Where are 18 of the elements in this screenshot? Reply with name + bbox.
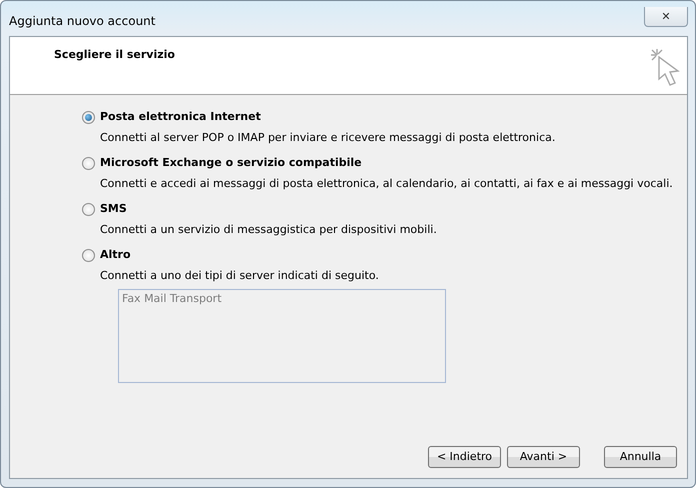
- back-button[interactable]: < Indietro: [428, 446, 501, 468]
- option-label[interactable]: Altro: [100, 247, 131, 264]
- close-button[interactable]: ✕: [644, 7, 688, 27]
- cancel-button[interactable]: Annulla: [604, 446, 677, 468]
- option-label[interactable]: Posta elettronica Internet: [100, 109, 261, 126]
- radio-button[interactable]: [82, 248, 95, 262]
- option-description: Connetti e accedi ai messaggi di posta elettronica, al calendario, ai contatti, ai fax e ai messaggi vocali.: [100, 176, 673, 190]
- option-description: Connetti a un servizio di messaggistica per dispositivi mobili.: [100, 222, 437, 236]
- option-description: Connetti a uno dei tipi di server indicati di seguito.: [100, 268, 379, 282]
- option-description: Connetti al server POP o IMAP per inviare e ricevere messaggi di posta elettronica.: [100, 130, 556, 144]
- radio-button[interactable]: [82, 110, 95, 124]
- option-label[interactable]: SMS: [100, 201, 127, 218]
- window-title: Aggiunta nuovo account: [9, 13, 156, 30]
- header-title: Scegliere il servizio: [54, 47, 175, 63]
- radio-button[interactable]: [82, 156, 95, 170]
- option-label[interactable]: Microsoft Exchange o servizio compatibile: [100, 155, 362, 172]
- radio-button[interactable]: [82, 202, 95, 216]
- next-button[interactable]: Avanti >: [507, 446, 580, 468]
